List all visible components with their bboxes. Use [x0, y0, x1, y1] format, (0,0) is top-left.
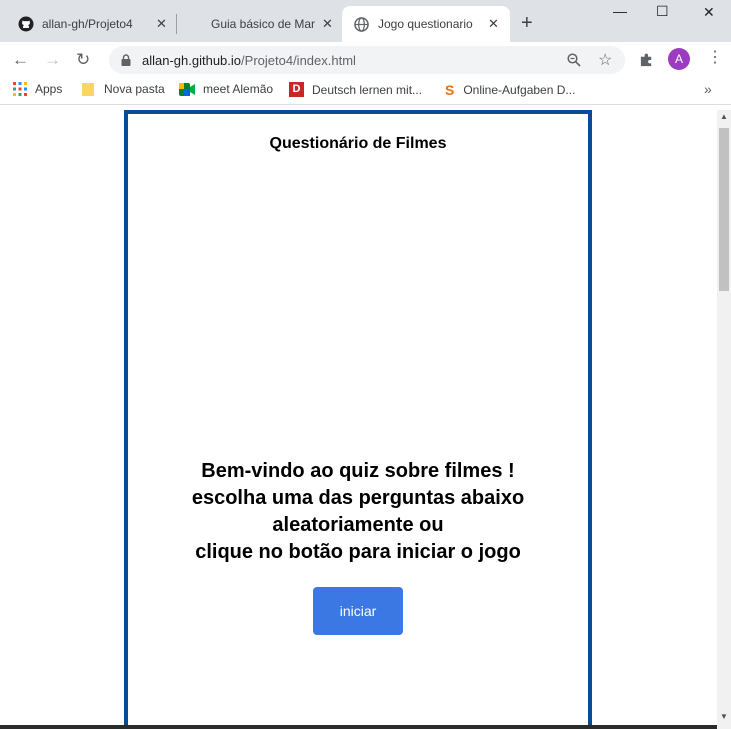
url-path: /Projeto4/index.html [241, 53, 356, 68]
lock-icon [121, 54, 131, 66]
s-logo-icon: S [445, 82, 455, 98]
scroll-down-arrow-icon[interactable]: ▼ [720, 712, 728, 721]
address-bar[interactable]: allan-gh.github.io/Projeto4/index.html ☆ [109, 46, 625, 74]
more-bookmarks-chevron-icon[interactable]: » [704, 81, 712, 97]
tab-title: Guia básico de Mar [211, 17, 316, 31]
globe-icon [354, 16, 369, 32]
welcome-line: Bem-vindo ao quiz sobre filmes ! [201, 460, 515, 482]
meet-icon [179, 82, 195, 96]
folder-icon [82, 83, 94, 96]
browser-toolbar: ← → ↻ allan-gh.github.io/Projeto4/index.… [0, 42, 731, 78]
welcome-line: clique no botão para iniciar o jogo [195, 541, 521, 563]
forward-arrow-icon[interactable]: → [44, 50, 61, 70]
bookmark-nova-pasta[interactable]: Nova pasta [81, 82, 165, 96]
bookmark-label: Nova pasta [104, 82, 165, 96]
tab-guia[interactable]: Guia básico de Mar ✕ [178, 6, 340, 42]
extensions-puzzle-icon[interactable] [639, 52, 654, 67]
bookmark-label: Apps [35, 82, 63, 96]
bookmark-online-aufgaben[interactable]: S Online-Aufgaben D... [445, 82, 575, 98]
tab-title: Jogo questionario [378, 17, 473, 31]
quiz-title: Questionário de Filmes [269, 135, 447, 152]
start-button[interactable]: iniciar [313, 587, 403, 635]
scroll-up-arrow-icon[interactable]: ▲ [720, 112, 728, 121]
tab-github[interactable]: allan-gh/Projeto4 ✕ [8, 6, 170, 42]
bottom-edge [0, 725, 717, 729]
maximize-icon[interactable]: ☐ [656, 3, 669, 20]
profile-avatar[interactable]: A [668, 48, 690, 70]
profile-initial: A [674, 52, 683, 66]
tab-title: allan-gh/Projeto4 [42, 17, 133, 31]
close-tab-icon[interactable]: ✕ [156, 16, 167, 32]
tab-jogo-questionario[interactable]: Jogo questionario ✕ [342, 6, 510, 42]
bookmark-label: Online-Aufgaben D... [463, 83, 576, 97]
back-arrow-icon[interactable]: ← [12, 50, 29, 70]
bookmarks-bar: Apps Nova pasta meet Alemão D Deutsch le… [0, 78, 731, 105]
welcome-line: escolha uma das perguntas abaixo [191, 487, 525, 509]
bookmark-apps[interactable]: Apps [13, 82, 62, 96]
menu-kebab-icon[interactable]: ⋮ [707, 48, 723, 68]
bookmark-meet-alemao[interactable]: meet Alemão [179, 82, 273, 96]
close-window-icon[interactable]: ✕ [703, 4, 715, 21]
bookmark-label: meet Alemão [203, 82, 274, 96]
browser-titlebar: allan-gh/Projeto4 ✕ Guia básico de Mar ✕… [0, 0, 731, 42]
close-tab-icon[interactable]: ✕ [322, 16, 333, 32]
url-text: allan-gh.github.io/Projeto4/index.html [142, 53, 356, 68]
quiz-container: Questionário de Filmes Bem-vindo ao quiz… [124, 110, 592, 726]
welcome-line: aleatoriamente ou [272, 514, 444, 536]
zoom-icon[interactable] [567, 53, 581, 67]
page-viewport: Questionário de Filmes Bem-vindo ao quiz… [0, 110, 717, 729]
bookmark-deutsch-lernen[interactable]: D Deutsch lernen mit... [289, 82, 422, 97]
bookmark-label: Deutsch lernen mit... [312, 82, 423, 97]
vertical-scrollbar[interactable]: ▲ ▼ [717, 110, 731, 729]
d-logo-icon: D [289, 82, 304, 97]
new-tab-plus-icon[interactable]: + [521, 12, 533, 34]
bookmark-star-icon[interactable]: ☆ [598, 50, 612, 70]
tab-divider [176, 14, 177, 34]
github-icon [18, 16, 34, 32]
reload-icon[interactable]: ↻ [76, 50, 90, 70]
apps-grid-icon [13, 82, 27, 96]
welcome-message: Bem-vindo ao quiz sobre filmes ! escolha… [128, 458, 588, 566]
minimize-icon[interactable]: — [613, 3, 627, 19]
url-host: allan-gh.github.io [142, 53, 242, 68]
scrollbar-thumb[interactable] [719, 128, 729, 291]
close-tab-icon[interactable]: ✕ [488, 16, 499, 32]
